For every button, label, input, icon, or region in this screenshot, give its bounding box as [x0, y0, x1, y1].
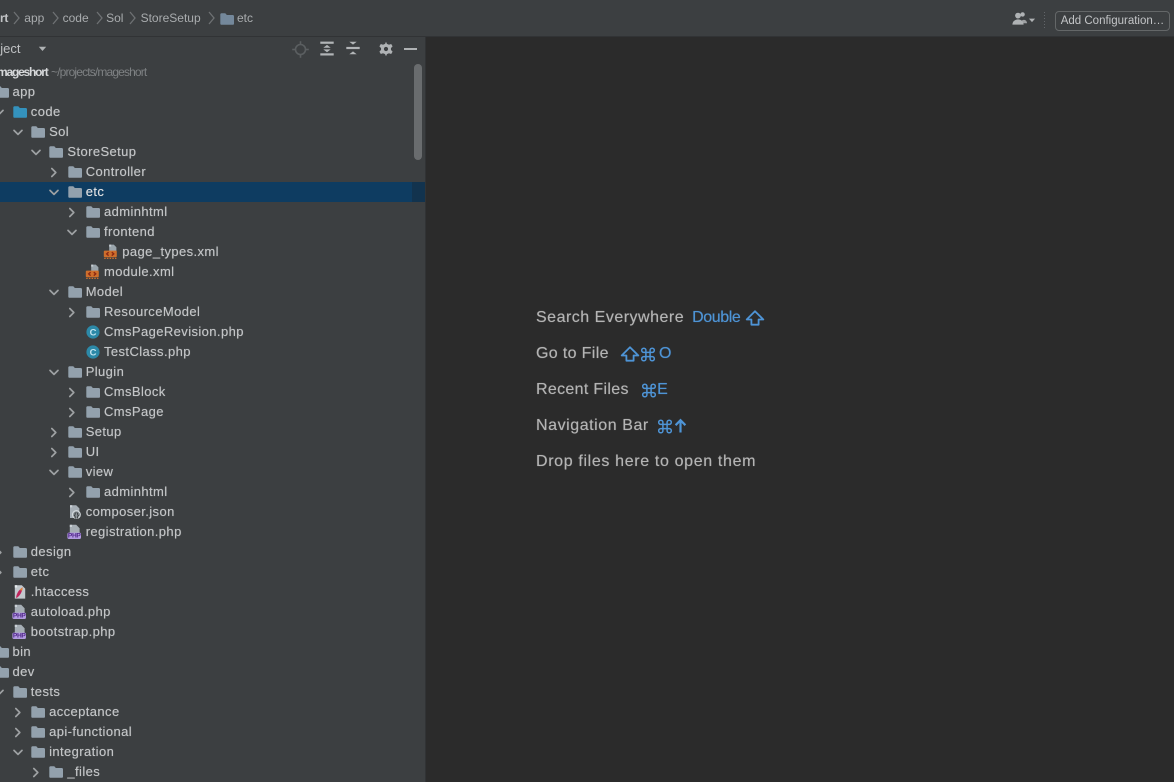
svg-text:{}: {} — [73, 512, 79, 519]
svg-text:PHP: PHP — [13, 633, 27, 640]
svg-text:C: C — [90, 327, 97, 338]
svg-text:PHP: PHP — [68, 533, 82, 540]
svg-text:C: C — [90, 347, 97, 358]
svg-text:PHP: PHP — [13, 613, 27, 620]
